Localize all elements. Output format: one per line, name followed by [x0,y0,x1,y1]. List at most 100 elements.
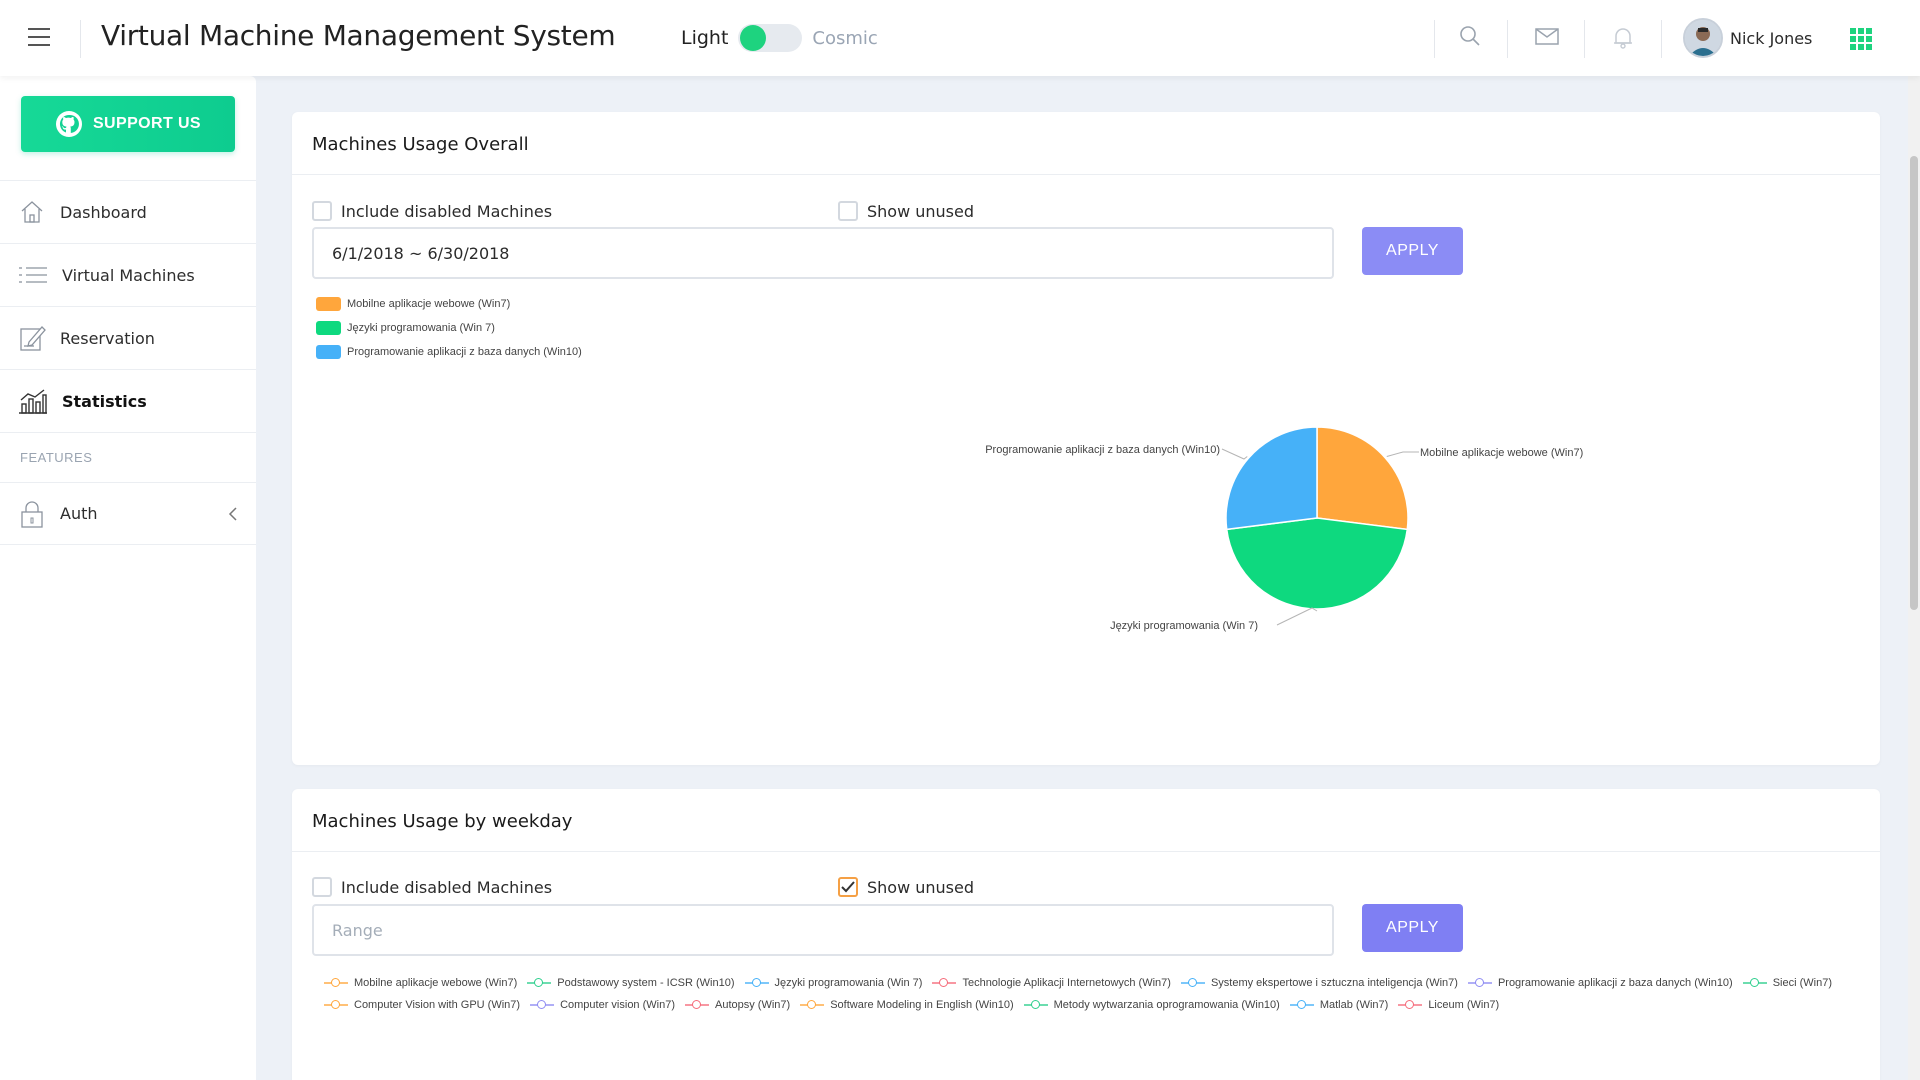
weekday-usage-card: Machines Usage by weekday Include disabl… [292,789,1880,1080]
sidebar-item-virtual-machines[interactable]: Virtual Machines [0,243,256,306]
user-name: Nick Jones [1730,28,1813,48]
legend-marker [324,977,348,989]
line-chart-legend: Mobilne aplikacje webowe (Win7) Podstawow… [324,972,1864,1016]
legend-marker [800,999,825,1011]
support-us-button[interactable]: SUPPORT US [21,96,235,152]
legend-marker [324,999,348,1011]
legend-item[interactable]: Systemy ekspertowe i sztuczna inteligenc… [1180,972,1458,994]
top-header: Virtual Machine Management System Light … [0,0,1920,76]
avatar [1683,18,1723,58]
legend-item[interactable]: Podstawowy system - ICSR (Win10) [527,972,735,994]
scrollbar-thumb[interactable] [1910,156,1918,610]
legend-item[interactable]: Mobilne aplikacje webowe (Win7) [324,972,517,994]
theme-switch[interactable] [738,24,803,52]
home-icon [21,201,43,223]
pie-slice-label: Języki programowania (Win 7) [1110,620,1258,632]
include-disabled-checkbox[interactable]: Include disabled Machines [312,877,552,897]
bell-icon[interactable] [1611,24,1637,50]
sidebar-section-features: FEATURES [0,432,256,482]
theme-cosmic-label: Cosmic [812,27,878,49]
checkbox-label: Include disabled Machines [341,877,553,897]
pie-label-line [1276,607,1318,626]
card-title: Machines Usage by weekday [292,789,1880,852]
sidebar-menu: Dashboard Virtual Machines Reservation S… [0,180,256,545]
header-divider [1434,20,1435,58]
header-divider [1584,20,1585,58]
checkbox-box[interactable] [838,877,858,897]
sidebar-item-dashboard[interactable]: Dashboard [0,180,256,243]
pie-slice-label: Mobilne aplikacje webowe (Win7) [1420,447,1583,459]
sidebar-item-label: Virtual Machines [62,265,195,285]
legend-item[interactable]: Software Modeling in English (Win10) [800,994,1014,1016]
pie-slice[interactable] [1316,426,1409,531]
search-icon[interactable] [1458,24,1484,50]
show-unused-checkbox[interactable]: Show unused [838,877,974,897]
support-us-label: SUPPORT US [92,115,201,132]
overall-usage-card: Machines Usage Overall Include disabled … [292,112,1880,765]
mail-icon[interactable] [1534,24,1560,50]
legend-marker [744,977,769,989]
page-scrollbar[interactable] [1908,76,1920,1080]
pie-slice-label: Programowanie aplikacji z baza danych (W… [985,444,1220,456]
legend-label: Metody wytwarzania oprogramowania (Win10… [1053,999,1280,1011]
lock-icon [21,500,43,528]
legend-label: Mobilne aplikacje webowe (Win7) [354,977,518,989]
header-divider [80,20,81,58]
sidebar: SUPPORT US Dashboard Virtual Machines Re… [0,76,256,1080]
legend-marker [1398,999,1423,1011]
legend-item[interactable]: Programowanie aplikacji z baza danych (W… [1467,972,1733,994]
legend-label: Autopsy (Win7) [715,999,791,1011]
legend-marker [1289,999,1314,1011]
chevron-left-icon[interactable] [228,507,238,521]
legend-marker [527,977,552,989]
legend-item[interactable]: Matlab (Win7) [1289,994,1389,1016]
legend-label: Podstawowy system - ICSR (Win10) [557,977,735,989]
legend-item[interactable]: Autopsy (Win7) [685,994,790,1016]
legend-item[interactable]: Języki programowania (Win 7) [744,972,923,994]
legend-label: Sieci (Win7) [1772,977,1833,989]
theme-toggle: Light Cosmic [681,24,878,52]
pie-slice[interactable] [1225,517,1409,610]
github-icon [55,111,82,137]
menu-icon[interactable] [28,28,50,48]
apply-button[interactable]: APPLY [1362,904,1463,952]
legend-label: Computer vision (Win7) [560,999,675,1011]
sidebar-item-label: Statistics [62,391,147,411]
pie-chart: Mobilne aplikacje webowe (Win7) Języki pr… [985,426,1583,632]
legend-marker [1467,977,1492,989]
checkbox-label: Show unused [867,877,975,897]
legend-marker [1742,977,1767,989]
legend-label: Systemy ekspertowe i sztuczna inteligenc… [1210,977,1458,989]
list-icon [19,267,47,283]
user-menu[interactable]: Nick Jones [1683,18,1812,58]
legend-item[interactable]: Sieci (Win7) [1742,972,1833,994]
legend-item[interactable]: Metody wytwarzania oprogramowania (Win10… [1023,994,1280,1016]
header-divider [1507,20,1508,58]
theme-light-label: Light [681,27,729,49]
legend-marker [1023,999,1048,1011]
theme-switch-knob [740,25,767,51]
legend-label: Liceum (Win7) [1428,999,1500,1011]
sidebar-item-label: Auth [60,504,98,523]
legend-label: Computer Vision with GPU (Win7) [354,999,521,1011]
apps-grid-icon[interactable] [1850,28,1872,50]
range-input[interactable] [312,904,1334,956]
pie-label-line [1221,448,1248,460]
legend-item[interactable]: Technologie Aplikacji Internetowych (Win… [932,972,1171,994]
sidebar-item-auth[interactable]: Auth [0,482,256,545]
legend-item[interactable]: Liceum (Win7) [1398,994,1499,1016]
check-icon [841,881,855,893]
checkbox-box[interactable] [312,877,332,897]
legend-label: Języki programowania (Win 7) [774,977,923,989]
header-divider [1661,20,1662,58]
pie-label-line [1386,451,1419,457]
sidebar-item-reservation[interactable]: Reservation [0,306,256,369]
legend-item[interactable]: Computer Vision with GPU (Win7) [324,994,520,1016]
app-title: Virtual Machine Management System [101,19,616,52]
legend-item[interactable]: Computer vision (Win7) [530,994,675,1016]
sidebar-item-statistics[interactable]: Statistics [0,369,256,432]
legend-label: Software Modeling in English (Win10) [830,999,1014,1011]
legend-label: Matlab (Win7) [1319,999,1389,1011]
pie-slice[interactable] [1225,426,1318,531]
bar-chart-icon [19,389,47,414]
